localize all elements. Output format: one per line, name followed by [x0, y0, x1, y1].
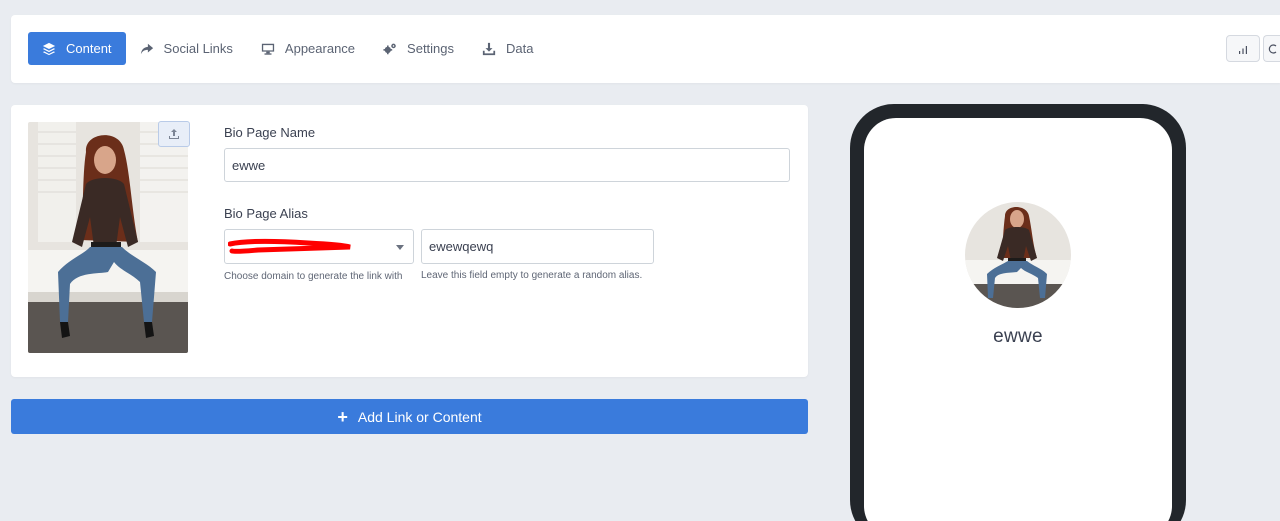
- monitor-icon: [261, 43, 275, 55]
- bio-page-name-label: Bio Page Name: [224, 125, 316, 140]
- circle-icon: [1268, 43, 1277, 54]
- tab-label: Appearance: [284, 41, 356, 56]
- bio-page-name-input[interactable]: [224, 148, 790, 182]
- profile-photo: [28, 122, 188, 353]
- bar-chart-icon: [1239, 45, 1247, 54]
- tab-list: Content Social Links Appearance Settings…: [28, 32, 548, 65]
- alias-input[interactable]: [421, 229, 654, 264]
- tab-appearance[interactable]: Appearance: [247, 32, 369, 65]
- tab-label: Settings: [407, 41, 455, 56]
- domain-select[interactable]: [224, 229, 414, 264]
- add-link-label: Add Link or Content: [357, 408, 482, 425]
- preview-avatar: [965, 202, 1071, 308]
- chevron-down-icon: [396, 245, 404, 250]
- tab-label: Social Links: [163, 41, 233, 56]
- bio-page-card: Bio Page Name Bio Page Alias Choose doma…: [11, 105, 808, 377]
- domain-help-text: Choose domain to generate the link with: [224, 271, 403, 282]
- plus-icon: +: [337, 406, 348, 427]
- tab-label: Data: [506, 41, 534, 56]
- upload-photo-button[interactable]: [158, 121, 190, 147]
- download-icon: [482, 42, 496, 55]
- top-tab-bar: Content Social Links Appearance Settings…: [11, 15, 1280, 83]
- tab-social-links[interactable]: Social Links: [126, 32, 247, 65]
- gears-icon: [383, 43, 396, 54]
- stats-button[interactable]: [1226, 35, 1260, 62]
- tab-label: Content: [66, 41, 112, 56]
- add-link-button[interactable]: + Add Link or Content: [11, 399, 808, 434]
- tab-settings[interactable]: Settings: [369, 32, 468, 65]
- alias-help-text: Leave this field empty to generate a ran…: [421, 270, 643, 281]
- share-arrow-icon: [140, 43, 153, 54]
- preview-avatar-image: [965, 202, 1071, 308]
- tab-content[interactable]: Content: [28, 32, 126, 65]
- bio-page-alias-label: Bio Page Alias: [224, 206, 308, 221]
- toolbar-right: [1223, 35, 1280, 62]
- profile-photo-image: [28, 122, 188, 353]
- upload-icon: [169, 129, 179, 139]
- redaction-scribble: [228, 238, 351, 254]
- layers-icon: [42, 42, 56, 55]
- tab-data[interactable]: Data: [468, 32, 547, 65]
- phone-preview: ewwe: [850, 104, 1186, 521]
- phone-screen: ewwe: [864, 118, 1172, 521]
- preview-button[interactable]: [1263, 35, 1280, 62]
- preview-name: ewwe: [993, 326, 1043, 347]
